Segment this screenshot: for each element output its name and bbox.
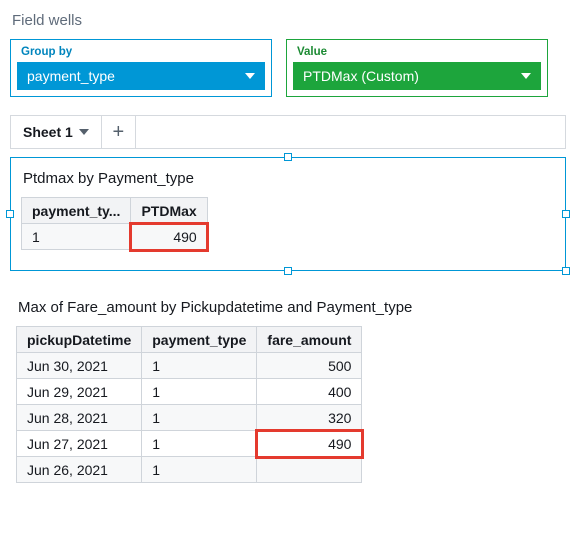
chevron-down-icon xyxy=(245,73,255,79)
column-header: fare_amount xyxy=(257,327,362,353)
value-label: Value xyxy=(297,46,541,58)
group-by-well: Group by payment_type xyxy=(10,39,272,97)
chevron-down-icon xyxy=(79,129,89,135)
group-by-label: Group by xyxy=(21,46,265,58)
value-well: Value PTDMax (Custom) xyxy=(286,39,548,97)
table-cell: 1 xyxy=(142,431,257,457)
resize-handle-left[interactable] xyxy=(6,210,14,218)
table-cell: 320 xyxy=(257,405,362,431)
value-field-value: PTDMax (Custom) xyxy=(303,68,419,84)
visual-title: Ptdmax by Payment_type xyxy=(23,170,555,187)
sheet-name: Sheet 1 xyxy=(23,124,73,140)
add-sheet-button[interactable]: + xyxy=(102,116,136,148)
column-header: PTDMax xyxy=(131,198,207,224)
visual-ptdmax[interactable]: Ptdmax by Payment_type payment_ty...PTDM… xyxy=(10,157,566,271)
column-header: payment_ty... xyxy=(22,198,131,224)
table-row: Jun 27, 20211490 xyxy=(17,431,362,457)
table-cell: Jun 29, 2021 xyxy=(17,379,142,405)
sheet-tab-active[interactable]: Sheet 1 xyxy=(11,116,102,148)
table-cell: Jun 26, 2021 xyxy=(17,457,142,483)
table-row: 1490 xyxy=(22,224,208,250)
table-cell: Jun 30, 2021 xyxy=(17,353,142,379)
resize-handle-top[interactable] xyxy=(284,153,292,161)
table-cell: 500 xyxy=(257,353,362,379)
table-row: Jun 29, 20211400 xyxy=(17,379,362,405)
visual-title: Max of Fare_amount by Pickupdatetime and… xyxy=(18,299,560,316)
table-cell: 1 xyxy=(142,353,257,379)
group-by-pill[interactable]: payment_type xyxy=(17,62,265,90)
sheet-tabs: Sheet 1 + xyxy=(10,115,566,149)
fareamount-table: pickupDatetimepayment_typefare_amount Ju… xyxy=(16,326,362,483)
field-wells-row: Group by payment_type Value PTDMax (Cust… xyxy=(10,39,566,97)
table-cell: Jun 27, 2021 xyxy=(17,431,142,457)
table-cell xyxy=(257,457,362,483)
table-cell: Jun 28, 2021 xyxy=(17,405,142,431)
visual-fareamount[interactable]: Max of Fare_amount by Pickupdatetime and… xyxy=(10,293,566,493)
chevron-down-icon xyxy=(521,73,531,79)
column-header: payment_type xyxy=(142,327,257,353)
field-wells-title: Field wells xyxy=(12,12,566,29)
table-cell: 1 xyxy=(142,457,257,483)
group-by-value: payment_type xyxy=(27,68,115,84)
table-cell: 1 xyxy=(142,379,257,405)
table-row: Jun 30, 20211500 xyxy=(17,353,362,379)
ptdmax-table: payment_ty...PTDMax 1490 xyxy=(21,197,208,250)
table-cell: 1 xyxy=(142,405,257,431)
plus-icon: + xyxy=(112,121,124,144)
table-cell: 400 xyxy=(257,379,362,405)
table-row: Jun 26, 20211 xyxy=(17,457,362,483)
resize-handle-right[interactable] xyxy=(562,210,570,218)
value-pill[interactable]: PTDMax (Custom) xyxy=(293,62,541,90)
resize-handle-corner[interactable] xyxy=(562,267,570,275)
table-cell: 490 xyxy=(131,224,207,250)
table-cell: 490 xyxy=(257,431,362,457)
resize-handle-bottom[interactable] xyxy=(284,267,292,275)
column-header: pickupDatetime xyxy=(17,327,142,353)
table-row: Jun 28, 20211320 xyxy=(17,405,362,431)
table-cell: 1 xyxy=(22,224,131,250)
